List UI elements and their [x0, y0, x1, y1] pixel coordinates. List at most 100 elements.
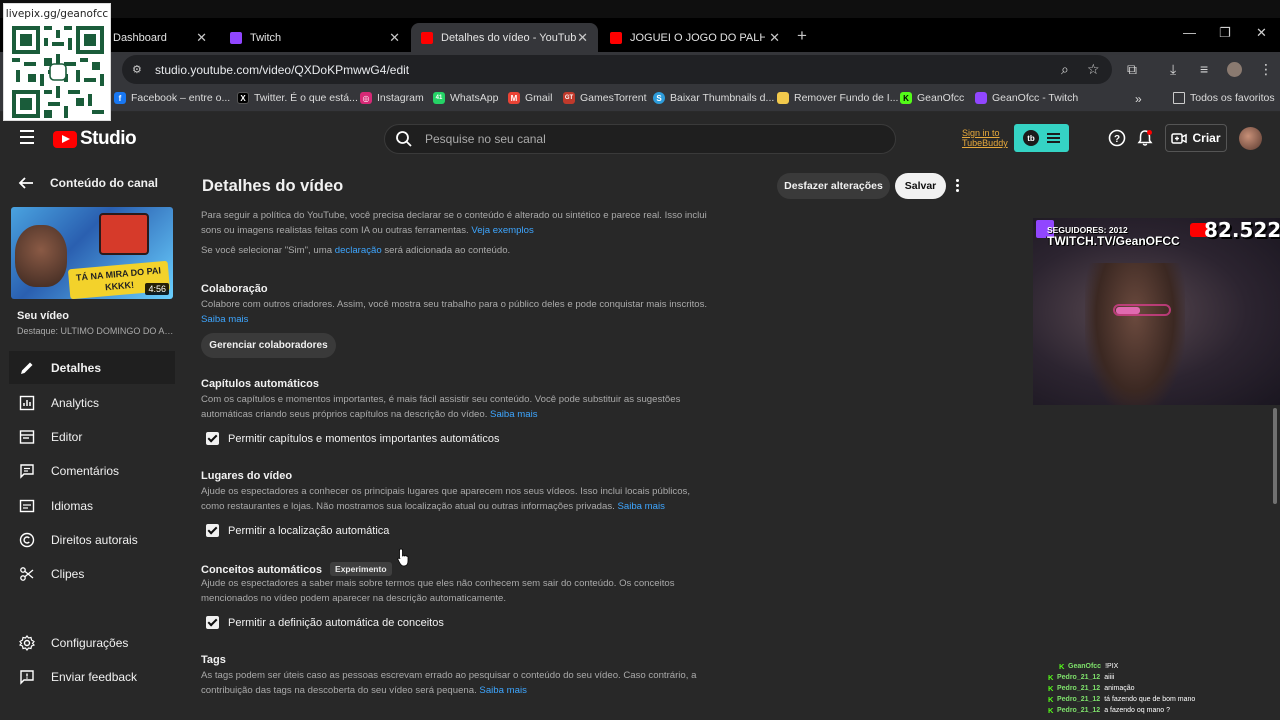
- tab-video-details[interactable]: Detalhes do vídeo - YouTube St ✕: [411, 23, 598, 52]
- tab-twitch[interactable]: Twitch ✕: [220, 23, 410, 52]
- copyright-icon: [19, 532, 35, 547]
- profile-avatar-icon[interactable]: [1227, 62, 1242, 77]
- nav-editor[interactable]: Editor: [9, 420, 175, 453]
- tubebuddy-button[interactable]: tb: [1014, 124, 1069, 152]
- pencil-icon: [21, 362, 33, 374]
- svg-text:?: ?: [1114, 134, 1120, 145]
- bookmark-gamestorrent[interactable]: GT GamesTorrent: [563, 92, 647, 104]
- video-thumbnail[interactable]: TÁ NA MIRA DO PAI KKKK! 4:56: [11, 207, 173, 299]
- bookmark-remove-bg[interactable]: Remover Fundo de I...: [777, 92, 898, 104]
- account-avatar[interactable]: [1239, 127, 1262, 150]
- youtube-subscriber-count: 82.522: [1204, 218, 1280, 242]
- auto-concepts-title: Conceitos automáticos Experimento: [201, 562, 392, 576]
- glasses-lens: [1116, 307, 1140, 314]
- nav-clips[interactable]: Clipes: [9, 557, 175, 590]
- bookmark-instagram[interactable]: ◎ Instagram: [360, 92, 424, 104]
- nav-analytics[interactable]: Analytics: [9, 386, 175, 419]
- search-icon[interactable]: [395, 130, 413, 148]
- nav-languages[interactable]: Idiomas: [9, 489, 175, 522]
- url-text: studio.youtube.com/video/QXDoKPmwwG4/edi…: [155, 62, 410, 77]
- studio-logo[interactable]: Studio: [53, 128, 137, 150]
- bookmark-whatsapp[interactable]: 41 WhatsApp: [433, 92, 498, 104]
- x-icon: X: [237, 92, 249, 104]
- minimize-icon[interactable]: —: [1183, 25, 1196, 40]
- folder-icon: [1173, 92, 1185, 104]
- manage-collaborators-button[interactable]: Gerenciar colaboradores: [201, 333, 336, 358]
- auto-concepts-checkbox-row[interactable]: Permitir a definição automática de conce…: [206, 616, 444, 629]
- bookmark-kick[interactable]: K GeanOfcc: [900, 92, 964, 104]
- menu-icon[interactable]: [20, 130, 34, 148]
- arrow-back-icon: [18, 177, 33, 189]
- youtube-icon: [421, 31, 433, 44]
- thumbnails-icon: S: [653, 92, 665, 104]
- camera-plus-icon: [1171, 132, 1188, 144]
- save-button[interactable]: Salvar: [895, 173, 946, 199]
- webcam-overlay: SEGUIDORES: 2012 TWITCH.TV/GeanOFCC 82.5…: [1033, 218, 1280, 405]
- learn-more-link[interactable]: Saiba mais: [201, 314, 248, 325]
- undo-changes-button[interactable]: Desfazer alterações: [777, 173, 890, 199]
- learn-more-link[interactable]: Saiba mais: [479, 685, 526, 696]
- whatsapp-icon: 41: [433, 92, 445, 104]
- search-input[interactable]: [425, 132, 825, 146]
- tubebuddy-signin-link[interactable]: Sign in to TubeBuddy: [950, 128, 1010, 148]
- auto-chapters-checkbox-row[interactable]: Permitir capítulos e momentos importante…: [206, 432, 499, 445]
- bookmark-twitter[interactable]: X Twitter. É o que está...: [237, 92, 358, 104]
- declaration-note: Se você selecionar "Sim", uma declaração…: [201, 245, 511, 256]
- page-scrollbar[interactable]: [1273, 408, 1277, 504]
- experiment-badge: Experimento: [330, 562, 392, 576]
- analytics-icon: [19, 395, 35, 410]
- your-video-label: Seu vídeo: [17, 310, 69, 322]
- auto-chapters-checkbox[interactable]: [206, 432, 219, 445]
- bookmark-star-icon[interactable]: ☆: [1087, 61, 1100, 78]
- learn-more-link[interactable]: Saiba mais: [617, 501, 664, 512]
- declaration-link[interactable]: declaração: [335, 245, 382, 256]
- bookmark-gmail[interactable]: M Gmail: [508, 92, 552, 104]
- back-to-content[interactable]: Conteúdo do canal: [18, 176, 158, 190]
- search-bar: [384, 124, 896, 154]
- tab-dashboard[interactable]: Dashboard ✕: [103, 23, 217, 52]
- download-icon[interactable]: ⤓: [1170, 61, 1176, 78]
- all-bookmarks[interactable]: Todos os favoritos: [1173, 92, 1275, 104]
- see-examples-link[interactable]: Veja exemplos: [471, 225, 533, 236]
- close-icon[interactable]: ✕: [196, 30, 207, 46]
- bookmarks-bar: f Facebook – entre o... X Twitter. É o que…: [0, 88, 1280, 112]
- more-bookmarks-icon[interactable]: »: [1135, 92, 1142, 106]
- bookmark-thumbnails[interactable]: S Baixar Thumbnails d...: [653, 92, 774, 104]
- zoom-icon[interactable]: ⌕: [1061, 61, 1069, 78]
- extensions-icon[interactable]: ⧉: [1127, 61, 1137, 78]
- qr-code-icon: [12, 26, 104, 118]
- nav-feedback[interactable]: Enviar feedback: [9, 660, 175, 693]
- tab-title: Twitch: [250, 31, 282, 44]
- more-options-icon[interactable]: [956, 179, 962, 194]
- bookmark-facebook[interactable]: f Facebook – entre o...: [114, 92, 230, 104]
- learn-more-link[interactable]: Saiba mais: [490, 409, 537, 420]
- window-close-icon[interactable]: ✕: [1256, 25, 1267, 41]
- nav-settings[interactable]: Configurações: [9, 626, 175, 659]
- close-icon[interactable]: ✕: [769, 30, 780, 46]
- address-bar[interactable]: ⚙ studio.youtube.com/video/QXDoKPmwwG4/e…: [122, 55, 1112, 84]
- nav-copyright[interactable]: Direitos autorais: [9, 523, 175, 556]
- gamestorrent-icon: GT: [563, 92, 575, 104]
- twitch-channel-label: TWITCH.TV/GeanOFCC: [1047, 234, 1180, 248]
- tab-video-game[interactable]: JOGUEI O JOGO DO PALHAÇO ✕: [600, 23, 790, 52]
- notifications-icon[interactable]: [1136, 129, 1154, 147]
- browser-tab-bar: Dashboard ✕ Twitch ✕ Detalhes do vídeo -…: [0, 18, 1280, 52]
- close-icon[interactable]: ✕: [577, 30, 588, 46]
- auto-concepts-checkbox[interactable]: [206, 616, 219, 629]
- new-tab-icon[interactable]: +: [797, 26, 807, 46]
- restore-icon[interactable]: ❐: [1219, 25, 1231, 41]
- create-button[interactable]: Criar: [1165, 124, 1227, 152]
- close-icon[interactable]: ✕: [389, 30, 400, 46]
- help-icon[interactable]: ?: [1108, 129, 1126, 147]
- bookmark-twitch[interactable]: GeanOfcc - Twitch: [975, 92, 1078, 104]
- auto-location-checkbox-row[interactable]: Permitir a localização automática: [206, 524, 389, 537]
- altered-content-description: Para seguir a política do YouTube, você …: [201, 210, 707, 236]
- media-control-icon[interactable]: ≡: [1200, 61, 1208, 77]
- comments-icon: [20, 463, 34, 479]
- site-info-icon[interactable]: ⚙: [132, 63, 146, 77]
- nav-details[interactable]: Detalhes: [9, 351, 175, 384]
- nav-comments[interactable]: Comentários: [9, 454, 175, 487]
- left-sidebar: Conteúdo do canal TÁ NA MIRA DO PAI KKKK…: [0, 164, 185, 720]
- auto-location-checkbox[interactable]: [206, 524, 219, 537]
- browser-menu-icon[interactable]: ⋮: [1259, 61, 1273, 78]
